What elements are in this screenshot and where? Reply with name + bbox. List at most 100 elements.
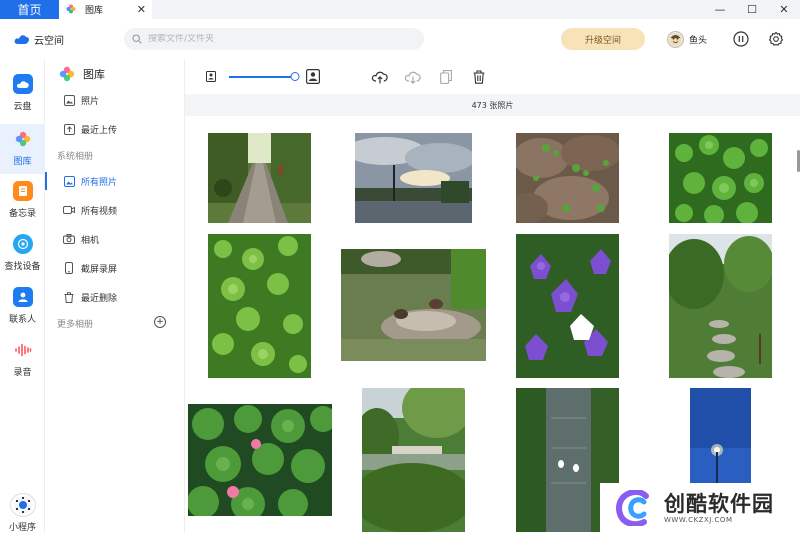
username[interactable]: 鱼头 bbox=[689, 33, 707, 46]
tab-gallery[interactable]: 图库 ✕ bbox=[59, 0, 152, 19]
rail-item-notes[interactable]: 备忘录 bbox=[0, 181, 45, 225]
photo-thumbnail[interactable] bbox=[669, 133, 772, 223]
zoom-slider-track bbox=[229, 75, 295, 78]
sidebar-item-all-videos[interactable]: 所有视频 bbox=[45, 197, 184, 223]
sidebar-title: 图库 bbox=[59, 66, 105, 82]
photo-thumbnail[interactable] bbox=[208, 133, 311, 223]
photo-thumbnail[interactable] bbox=[362, 388, 465, 532]
search-icon bbox=[132, 34, 142, 44]
close-window-button[interactable]: ✕ bbox=[768, 3, 800, 16]
watermark-url: WWW.CKZXJ.COM bbox=[664, 516, 733, 524]
pond-with-ducks-image bbox=[341, 249, 486, 361]
lotus-leaves-pink-flowers-image bbox=[188, 404, 332, 516]
sidebar-item-recently-deleted[interactable]: 最近删除 bbox=[45, 284, 184, 310]
sidebar-item-label: 相机 bbox=[81, 235, 100, 246]
rail-label: 云盘 bbox=[13, 102, 32, 112]
watermark-text: 创酷软件园 bbox=[664, 492, 774, 516]
photo-thumbnail[interactable] bbox=[341, 249, 486, 361]
sidebar-item-label: 所有照片 bbox=[81, 177, 118, 188]
app-rail: 云盘 图库 备忘录 查找设备 联系人 录音 小程序 bbox=[0, 59, 45, 533]
gallery-icon bbox=[59, 66, 75, 82]
image-icon bbox=[63, 94, 75, 106]
zoom-out-small-person-icon[interactable] bbox=[202, 68, 220, 86]
gallery-sidebar: 图库 照片 最近上传 系统相册 所有照片 所有视频 相机 截屏录屏 最近删除 更… bbox=[45, 59, 185, 533]
trash-icon bbox=[63, 291, 75, 303]
gallery-toolbar bbox=[185, 59, 800, 94]
sidebar-item-label: 照片 bbox=[81, 96, 100, 107]
sidebar-item-label: 所有视频 bbox=[81, 206, 118, 217]
brand: 云空间 bbox=[14, 32, 124, 47]
photo-thumbnail[interactable] bbox=[188, 404, 332, 516]
sidebar-item-label: 最近删除 bbox=[81, 293, 118, 304]
zoom-in-large-person-icon[interactable] bbox=[304, 68, 322, 86]
photo-count-bar: 473 张照片 bbox=[185, 94, 800, 116]
search-box[interactable] bbox=[124, 28, 424, 50]
window-controls: — ☐ ✕ bbox=[704, 0, 800, 19]
search-input[interactable] bbox=[148, 34, 398, 44]
sidebar-item-screenshots[interactable]: 截屏录屏 bbox=[45, 255, 184, 281]
maximize-button[interactable]: ☐ bbox=[736, 3, 768, 16]
rail-label: 录音 bbox=[13, 368, 32, 378]
photo-thumbnail[interactable] bbox=[355, 133, 472, 223]
notes-icon bbox=[12, 181, 33, 201]
download-cloud-icon[interactable] bbox=[403, 68, 423, 86]
image-icon bbox=[63, 175, 75, 187]
watermark-logo-icon bbox=[616, 490, 649, 526]
photo-count: 473 张照片 bbox=[471, 100, 514, 110]
rail-item-cloud-drive[interactable]: 云盘 bbox=[0, 74, 45, 118]
rail-item-mini-program[interactable]: 小程序 bbox=[0, 493, 45, 533]
contacts-icon bbox=[12, 287, 33, 307]
tab-home[interactable]: 首页 bbox=[0, 0, 59, 19]
copy-icon[interactable] bbox=[437, 68, 455, 86]
sidebar-item-photos[interactable]: 照片 bbox=[45, 87, 184, 113]
upload-cloud-icon[interactable] bbox=[370, 68, 390, 86]
avatar[interactable] bbox=[667, 30, 684, 48]
sidebar-item-label: 截屏录屏 bbox=[81, 264, 118, 275]
phone-icon bbox=[63, 262, 75, 274]
title-bar: 首页 图库 ✕ — ☐ ✕ bbox=[0, 0, 800, 19]
photo-thumbnail[interactable] bbox=[516, 234, 619, 378]
watermark: 创酷软件园 WWW.CKZXJ.COM bbox=[600, 483, 800, 533]
sidebar-item-camera[interactable]: 相机 bbox=[45, 226, 184, 252]
mini-program-qr-icon bbox=[9, 493, 36, 517]
group-more-albums: 更多相册 bbox=[57, 320, 94, 330]
recorder-icon bbox=[13, 340, 33, 360]
brand-name: 云空间 bbox=[34, 35, 64, 47]
app-header: 云空间 升级空间 鱼头 bbox=[0, 19, 800, 59]
minimize-button[interactable]: — bbox=[704, 3, 736, 16]
pause-sync-icon[interactable] bbox=[733, 31, 749, 47]
rail-label: 查找设备 bbox=[4, 262, 41, 272]
sidebar-item-label: 最近上传 bbox=[81, 125, 118, 136]
purple-bellflowers-image bbox=[516, 234, 619, 378]
rail-item-recorder[interactable]: 录音 bbox=[0, 340, 45, 384]
photo-thumbnail[interactable] bbox=[208, 234, 311, 378]
photo-thumbnail[interactable] bbox=[669, 234, 772, 378]
camera-icon bbox=[63, 233, 75, 245]
settings-gear-icon[interactable] bbox=[768, 31, 784, 47]
green-plants-image bbox=[208, 234, 311, 378]
group-system-albums: 系统相册 bbox=[57, 152, 94, 162]
app-window: 首页 图库 ✕ — ☐ ✕ 云空间 升级空间 bbox=[0, 0, 800, 533]
add-album-button[interactable]: + bbox=[154, 316, 166, 328]
photo-thumbnail[interactable] bbox=[516, 133, 619, 223]
rail-label: 联系人 bbox=[8, 315, 36, 325]
gallery-tab-icon bbox=[66, 4, 76, 14]
zoom-slider[interactable] bbox=[229, 71, 300, 83]
gallery-icon bbox=[13, 129, 33, 149]
tree-lined-path-image bbox=[208, 133, 311, 223]
green-clover-leaves-image bbox=[669, 133, 772, 223]
sidebar-item-recent-uploads[interactable]: 最近上传 bbox=[45, 116, 184, 142]
rail-item-gallery[interactable]: 图库 bbox=[0, 124, 45, 174]
sidebar-item-all-photos[interactable]: 所有照片 bbox=[45, 168, 184, 194]
user-menu[interactable]: 鱼头 bbox=[667, 30, 707, 48]
tab-close-button[interactable]: ✕ bbox=[137, 3, 146, 16]
zoom-slider-thumb[interactable] bbox=[290, 71, 300, 81]
willow-pond-bridge-image bbox=[362, 388, 465, 532]
upgrade-storage-button[interactable]: 升级空间 bbox=[561, 28, 645, 50]
rail-item-contacts[interactable]: 联系人 bbox=[0, 287, 45, 331]
rail-item-find-device[interactable]: 查找设备 bbox=[0, 234, 45, 278]
tab-gallery-label: 图库 bbox=[85, 6, 104, 16]
video-icon bbox=[63, 204, 75, 216]
delete-trash-icon[interactable] bbox=[470, 68, 488, 86]
recent-upload-icon bbox=[63, 123, 75, 135]
